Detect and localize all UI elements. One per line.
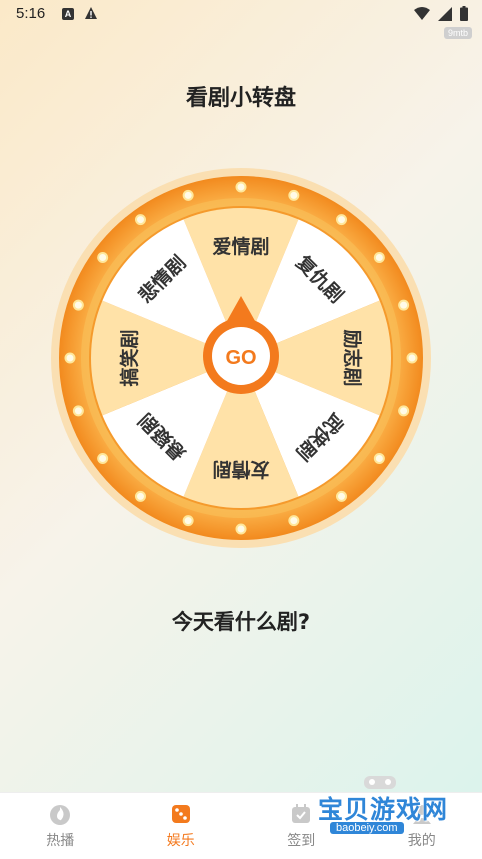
- wifi-icon: [414, 7, 430, 21]
- ring-bulb: [399, 301, 408, 310]
- ring-bulb: [237, 525, 246, 534]
- wheel-segment-label: 搞笑剧: [118, 329, 141, 386]
- ring-bulb: [337, 215, 346, 224]
- ring-bulb: [74, 406, 83, 415]
- watermark: 宝贝游戏网 baobeiy.com: [310, 772, 460, 842]
- status-time: 5:16: [16, 5, 45, 22]
- ring-bulb: [375, 454, 384, 463]
- ring-bulb: [399, 406, 408, 415]
- tab-entertainment[interactable]: 娱乐: [121, 793, 242, 859]
- ring-bulb: [375, 253, 384, 262]
- ring-bulb: [289, 516, 298, 525]
- wheel-segment-label: 爱情剧: [212, 235, 269, 258]
- dice-icon: [169, 802, 193, 826]
- spin-wheel[interactable]: 爱情剧复仇剧励志剧武侠剧友情剧悬疑剧搞笑剧悲情剧 GO: [51, 168, 431, 548]
- flame-icon: [48, 802, 72, 826]
- status-right: [414, 6, 468, 21]
- status-tag: 9mtb: [444, 27, 472, 39]
- ring-bulb: [184, 516, 193, 525]
- tab-hot[interactable]: 热播: [0, 793, 121, 859]
- gamepad-icon: [360, 772, 400, 792]
- wheel-graphic: 爱情剧复仇剧励志剧武侠剧友情剧悬疑剧搞笑剧悲情剧 GO: [51, 168, 431, 548]
- ring-bulb: [408, 354, 417, 363]
- watermark-title: 宝贝游戏网: [318, 790, 448, 826]
- question-text: 今天看什么剧?: [0, 606, 482, 636]
- tab-label: 热播: [46, 830, 74, 850]
- tab-label: 娱乐: [167, 830, 195, 850]
- page-title: 看剧小转盘: [0, 80, 482, 112]
- ring-bulb: [337, 492, 346, 501]
- ring-bulb: [74, 301, 83, 310]
- ring-bulb: [98, 454, 107, 463]
- ring-bulb: [66, 354, 75, 363]
- notification-app-icon: A: [62, 8, 74, 20]
- ring-bulb: [98, 253, 107, 262]
- warning-icon: [84, 6, 98, 20]
- ring-bulb: [237, 183, 246, 192]
- go-label: GO: [225, 347, 256, 369]
- status-bar: 5:16 A 9mtb: [0, 0, 482, 28]
- ring-bulb: [136, 492, 145, 501]
- signal-icon: [438, 7, 452, 21]
- battery-icon: [460, 6, 468, 21]
- ring-bulb: [289, 191, 298, 200]
- ring-bulb: [184, 191, 193, 200]
- wheel-segment-label: 励志剧: [341, 329, 364, 386]
- watermark-url: baobeiy.com: [330, 822, 404, 834]
- wheel-segment-label: 友情剧: [212, 458, 269, 481]
- ring-bulb: [136, 215, 145, 224]
